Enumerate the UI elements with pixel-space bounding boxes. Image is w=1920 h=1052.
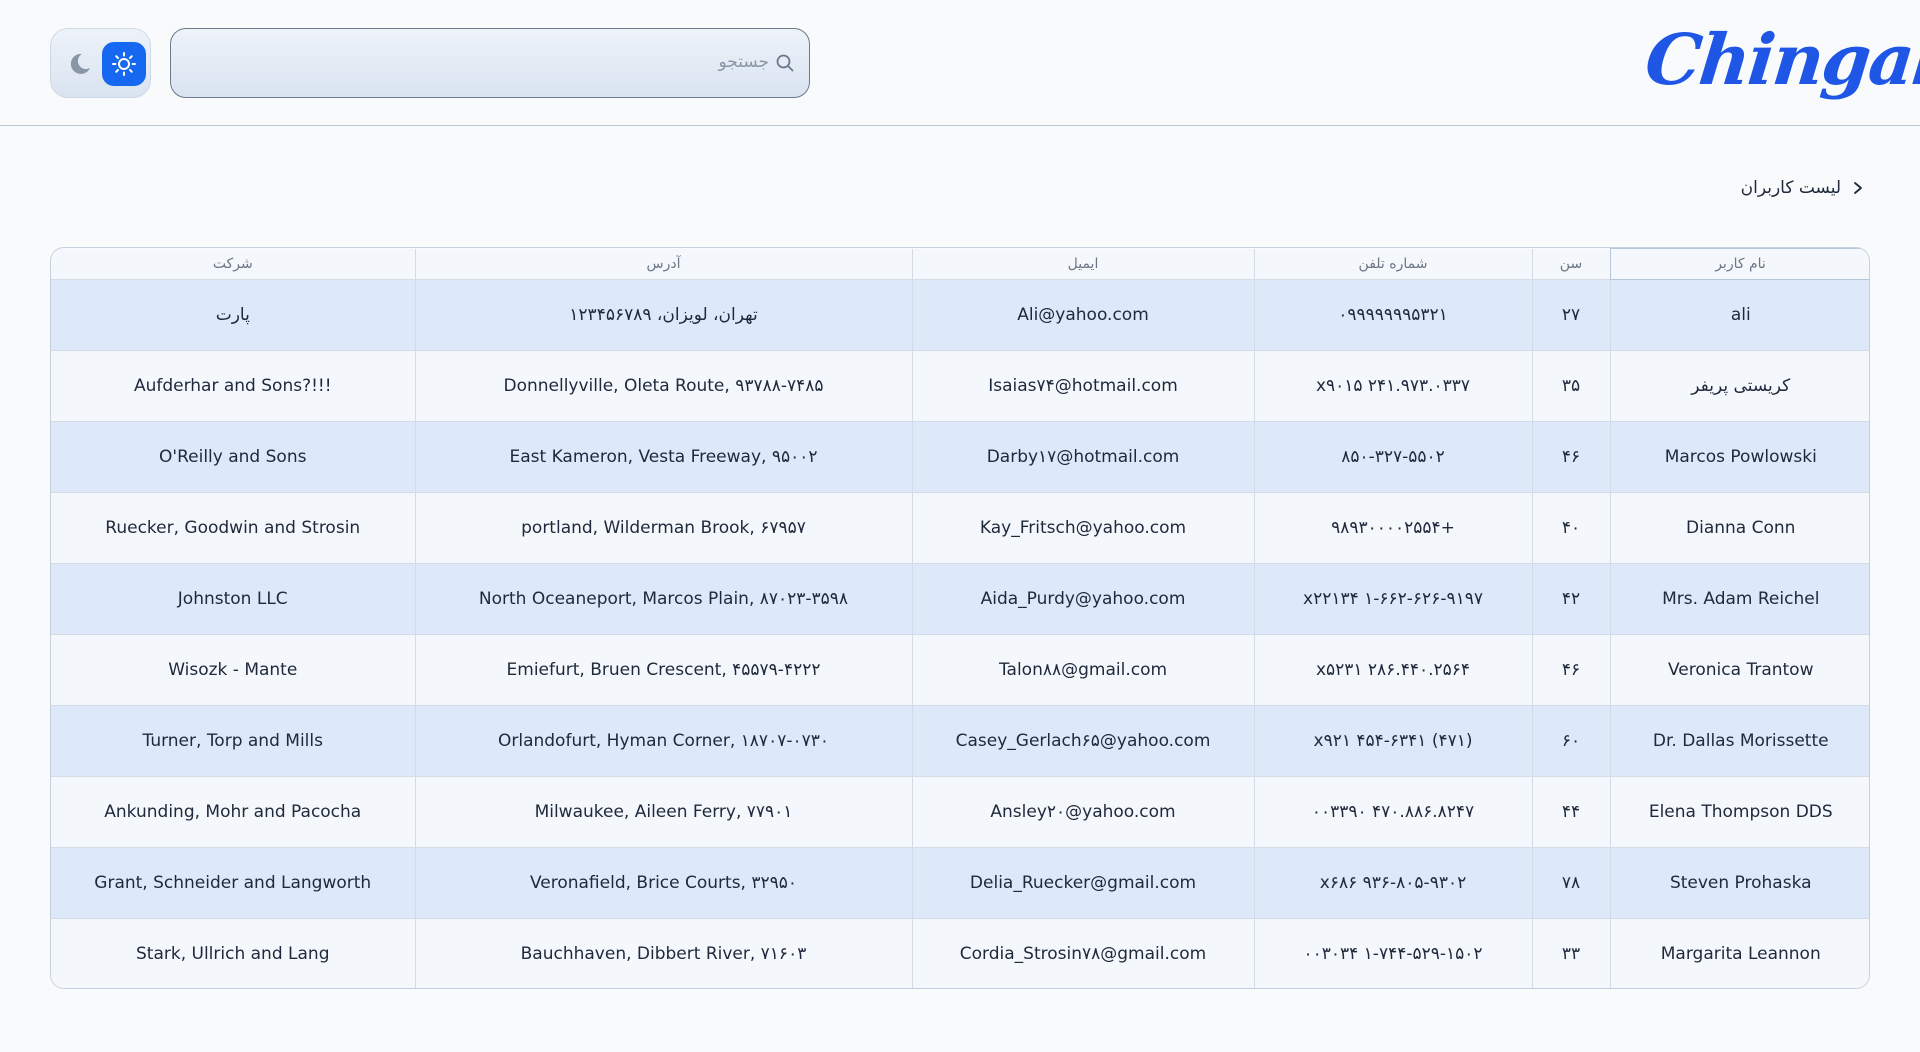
column-header-username[interactable]: نام کاربر (1609, 248, 1869, 280)
cell-company: Turner, Torp and Mills (51, 705, 415, 777)
sun-button[interactable] (102, 42, 146, 86)
cell-username: Elena Thompson DDS (1609, 776, 1869, 848)
cell-company: Grant, Schneider and Langworth (51, 847, 415, 919)
cell-phone: x۶۸۶ ۹۳۶-۸۰۵-۹۳۰۲ (1253, 847, 1532, 919)
brand-logo[interactable]: Chingal (1640, 10, 1920, 120)
cell-phone: ۰۹۹۹۹۹۹۹۵۳۲۱ (1253, 279, 1532, 351)
theme-toggle[interactable] (50, 28, 151, 98)
cell-email: Darby۱۷@hotmail.com (911, 421, 1254, 493)
table-row[interactable]: ali ۲۷ ۰۹۹۹۹۹۹۹۵۳۲۱ Ali@yahoo.com تهران،… (51, 279, 1869, 351)
cell-phone: ۸۵۰-۳۲۷-۵۵۰۲ (1253, 421, 1532, 493)
chevron-right-icon[interactable] (1851, 181, 1865, 195)
cell-company: Wisozk - Mante (51, 634, 415, 706)
cell-address: East Kameron, Vesta Freeway, ۹۵۰۰۲ (414, 421, 912, 493)
cell-phone: ۰۰۳۰۳۴ ۱-۷۴۴-۵۲۹-۱۵۰۲ (1253, 918, 1532, 988)
search-icon (776, 54, 794, 72)
table-row[interactable]: Veronica Trantow ۴۶ x۵۲۳۱ ۲۸۶.۴۴۰.۲۵۶۴ T… (51, 634, 1869, 706)
cell-address: Milwaukee, Aileen Ferry, ۷۷۹۰۱ (414, 776, 912, 848)
search-input[interactable] (209, 29, 769, 95)
cell-age: ۴۰ (1531, 492, 1610, 564)
cell-phone: x۹۰۱۵ ۲۴۱.۹۷۳.۰۳۳۷ (1253, 350, 1532, 422)
cell-address: تهران، لویزان، ۱۲۳۴۵۶۷۸۹ (414, 279, 912, 351)
table-row[interactable]: کریستی پریفر ۳۵ x۹۰۱۵ ۲۴۱.۹۷۳.۰۳۳۷ Isaia… (51, 350, 1869, 422)
cell-phone: ۹۸۹۳۰۰۰۰۲۵۵۴+ (1253, 492, 1532, 564)
cell-age: ۴۶ (1531, 634, 1610, 706)
cell-email: Kay_Fritsch@yahoo.com (911, 492, 1254, 564)
cell-address: Orlandofurt, Hyman Corner, ۱۸۷۰۷-۰۷۳۰ (414, 705, 912, 777)
table-row[interactable]: Dianna Conn ۴۰ ۹۸۹۳۰۰۰۰۲۵۵۴+ Kay_Fritsch… (51, 492, 1869, 564)
cell-company: O'Reilly and Sons (51, 421, 415, 493)
cell-email: Isaias۷۴@hotmail.com (911, 350, 1254, 422)
cell-company: Johnston LLC (51, 563, 415, 635)
cell-email: Ansley۲۰@yahoo.com (911, 776, 1254, 848)
cell-username: Mrs. Adam Reichel (1609, 563, 1869, 635)
table-row[interactable]: Marcos Powlowski ۴۶ ۸۵۰-۳۲۷-۵۵۰۲ Darby۱۷… (51, 421, 1869, 493)
cell-company: پارت (51, 279, 415, 351)
cell-age: ۶۰ (1531, 705, 1610, 777)
cell-age: ۷۸ (1531, 847, 1610, 919)
cell-username: کریستی پریفر (1609, 350, 1869, 422)
app-page: Chingal لیست کاربران نام کاربر سن شماره … (0, 0, 1920, 1052)
table-row[interactable]: Elena Thompson DDS ۴۴ ۰۰۳۳۹۰ ۴۷۰.۸۸۶.۸۲۴… (51, 776, 1869, 848)
cell-username: Marcos Powlowski (1609, 421, 1869, 493)
cell-company: Stark, Ullrich and Lang (51, 918, 415, 988)
cell-age: ۴۶ (1531, 421, 1610, 493)
column-header-address[interactable]: آدرس (414, 248, 912, 280)
column-header-age[interactable]: سن (1531, 248, 1610, 280)
table-header-row: نام کاربر سن شماره تلفن ایمیل آدرس شرکت (51, 248, 1869, 280)
users-table: نام کاربر سن شماره تلفن ایمیل آدرس شرکت … (50, 247, 1870, 989)
cell-username: ali (1609, 279, 1869, 351)
cell-email: Aida_Purdy@yahoo.com (911, 563, 1254, 635)
cell-address: North Oceaneport, Marcos Plain, ۸۷۰۲۳-۳۵… (414, 563, 912, 635)
breadcrumb-label: لیست کاربران (1740, 178, 1841, 198)
sun-icon (112, 52, 136, 76)
cell-phone: x۵۲۳۱ ۲۸۶.۴۴۰.۲۵۶۴ (1253, 634, 1532, 706)
search-box[interactable] (170, 28, 810, 98)
cell-phone: ۰۰۳۳۹۰ ۴۷۰.۸۸۶.۸۲۴۷ (1253, 776, 1532, 848)
cell-email: Delia_Ruecker@gmail.com (911, 847, 1254, 919)
cell-company: Ankunding, Mohr and Pacocha (51, 776, 415, 848)
cell-company: Ruecker, Goodwin and Strosin (51, 492, 415, 564)
cell-email: Cordia_Strosin۷۸@gmail.com (911, 918, 1254, 988)
cell-company: Aufderhar and Sons?!!! (51, 350, 415, 422)
cell-age: ۳۵ (1531, 350, 1610, 422)
cell-username: Dr. Dallas Morissette (1609, 705, 1869, 777)
moon-icon[interactable] (65, 50, 93, 78)
cell-phone: x۲۲۱۳۴ ۱-۶۶۲-۶۲۶-۹۱۹۷ (1253, 563, 1532, 635)
cell-age: ۳۳ (1531, 918, 1610, 988)
cell-email: Casey_Gerlach۶۵@yahoo.com (911, 705, 1254, 777)
cell-username: Veronica Trantow (1609, 634, 1869, 706)
cell-phone: x۹۲۱ ۴۵۴-۶۳۴۱ (۴۷۱) (1253, 705, 1532, 777)
cell-age: ۴۴ (1531, 776, 1610, 848)
table-row[interactable]: Dr. Dallas Morissette ۶۰ x۹۲۱ ۴۵۴-۶۳۴۱ (… (51, 705, 1869, 777)
cell-address: portland, Wilderman Brook, ۶۷۹۵۷ (414, 492, 912, 564)
table-row[interactable]: Steven Prohaska ۷۸ x۶۸۶ ۹۳۶-۸۰۵-۹۳۰۲ Del… (51, 847, 1869, 919)
cell-email: Ali@yahoo.com (911, 279, 1254, 351)
cell-username: Steven Prohaska (1609, 847, 1869, 919)
column-header-company[interactable]: شرکت (51, 248, 415, 280)
cell-age: ۲۷ (1531, 279, 1610, 351)
cell-age: ۴۲ (1531, 563, 1610, 635)
top-header: Chingal (0, 0, 1920, 126)
cell-address: Veronafield, Brice Courts, ۳۲۹۵۰ (414, 847, 912, 919)
table-row[interactable]: Mrs. Adam Reichel ۴۲ x۲۲۱۳۴ ۱-۶۶۲-۶۲۶-۹۱… (51, 563, 1869, 635)
logo-text: Chingal (1641, 18, 1920, 101)
cell-address: Emiefurt, Bruen Crescent, ۴۵۵۷۹-۴۲۲۲ (414, 634, 912, 706)
cell-address: Bauchhaven, Dibbert River, ۷۱۶۰۳ (414, 918, 912, 988)
column-header-email[interactable]: ایمیل (911, 248, 1254, 280)
column-header-phone[interactable]: شماره تلفن (1253, 248, 1532, 280)
cell-username: Dianna Conn (1609, 492, 1869, 564)
breadcrumb: لیست کاربران (1741, 178, 1865, 198)
table-row[interactable]: Margarita Leannon ۳۳ ۰۰۳۰۳۴ ۱-۷۴۴-۵۲۹-۱۵… (51, 918, 1869, 988)
cell-address: Donnellyville, Oleta Route, ۹۳۷۸۸-۷۴۸۵ (414, 350, 912, 422)
cell-email: Talon۸۸@gmail.com (911, 634, 1254, 706)
cell-username: Margarita Leannon (1609, 918, 1869, 988)
